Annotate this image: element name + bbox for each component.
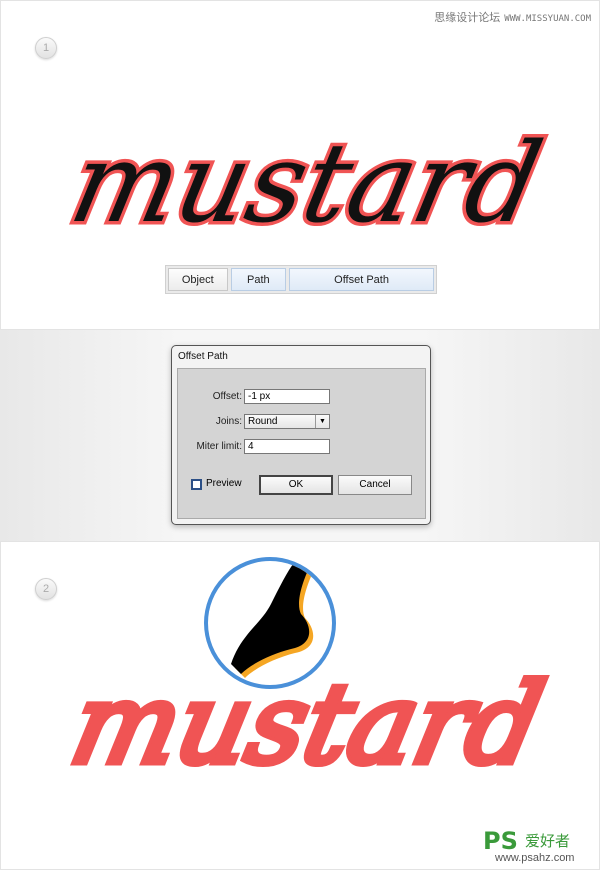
chevron-down-icon: ▼ xyxy=(315,415,329,428)
step-badge: 1 xyxy=(35,37,57,59)
menu-item-path[interactable]: Path xyxy=(230,268,287,291)
watermark-top: 思缘设计论坛 WWW.MISSYUAN.COM xyxy=(434,9,591,25)
menu-item-object[interactable]: Object xyxy=(168,268,228,291)
mustard-artwork: mustard xyxy=(57,117,555,241)
cancel-button[interactable]: Cancel xyxy=(338,475,412,495)
menu-path: Object Path Offset Path xyxy=(165,265,437,294)
watermark-cn: 思缘设计论坛 xyxy=(434,12,501,24)
svg-text:爱好者: 爱好者 xyxy=(525,833,570,850)
menu-item-offset-path[interactable]: Offset Path xyxy=(289,268,434,291)
dialog-title: Offset Path xyxy=(178,351,228,362)
offset-input[interactable]: -1 px xyxy=(244,389,330,404)
miter-limit-label: Miter limit: xyxy=(196,441,242,452)
dialog-body: Offset: -1 px Joins: Round ▼ Miter limit:… xyxy=(177,368,426,519)
watermark-en: WWW.MISSYUAN.COM xyxy=(504,14,591,24)
joins-label: Joins: xyxy=(215,416,242,427)
preview-label: Preview xyxy=(206,478,242,489)
svg-text:www.psahz.com: www.psahz.com xyxy=(494,852,574,864)
offset-label: Offset: xyxy=(212,391,242,402)
psahz-logo: PS 爱好者 www.psahz.com xyxy=(483,827,574,864)
offset-path-dialog: Offset Path Offset: -1 px Joins: Round ▼ … xyxy=(171,345,431,525)
mustard-word: mustard xyxy=(62,661,553,787)
step-badge: 2 xyxy=(35,578,57,600)
mustard-word: mustard xyxy=(61,120,552,241)
ok-button[interactable]: OK xyxy=(259,475,333,495)
svg-text:PS: PS xyxy=(483,827,518,855)
step-1-panel: 1 思缘设计论坛 WWW.MISSYUAN.COM mustard Object … xyxy=(0,0,600,330)
mustard-artwork-offset: mustard xyxy=(58,658,556,787)
miter-limit-input[interactable]: 4 xyxy=(244,439,330,454)
step-2-panel: 2 mustard PS 爱好者 www.psahz.com xyxy=(0,541,600,870)
dialog-band: Offset Path Offset: -1 px Joins: Round ▼ … xyxy=(0,330,600,541)
preview-checkbox[interactable] xyxy=(191,479,202,490)
joins-select[interactable]: Round ▼ xyxy=(244,414,330,429)
joins-value: Round xyxy=(248,416,278,427)
